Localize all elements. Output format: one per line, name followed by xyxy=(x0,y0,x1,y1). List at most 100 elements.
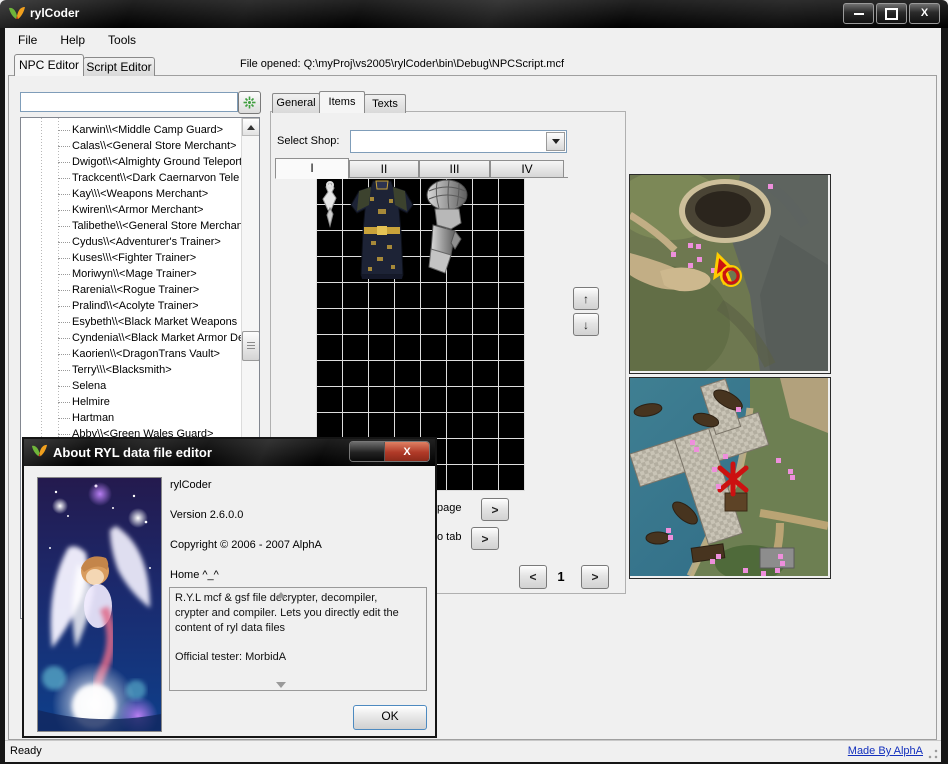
tree-item[interactable]: Trackcent\\<Dark Caernarvon Tele xyxy=(21,170,239,186)
tree-branch-line xyxy=(58,226,70,227)
tree-item-label: Cyndenia\\<Black Market Armor De xyxy=(72,332,244,344)
tree-branch-line xyxy=(58,418,70,419)
tree-item[interactable]: Kwiren\\<Armor Merchant> xyxy=(21,202,239,218)
tree-item[interactable]: Calas\\<General Store Merchant> xyxy=(21,138,239,154)
about-copyright: Copyright © 2006 - 2007 AlphA xyxy=(170,539,322,551)
close-icon: X xyxy=(403,446,410,458)
tree-item[interactable]: Cyndenia\\<Black Market Armor De xyxy=(21,330,239,346)
copy-page-label: page xyxy=(437,502,461,514)
maximize-button[interactable] xyxy=(876,3,907,24)
menu-item[interactable]: File xyxy=(5,28,47,51)
tree-branch-line xyxy=(58,386,70,387)
tree-item[interactable]: Pralind\\<Acolyte Trainer> xyxy=(21,298,239,314)
tab-general[interactable]: General xyxy=(272,93,320,113)
about-artwork xyxy=(37,477,162,732)
chevron-left-icon: < xyxy=(529,570,536,584)
arrow-up-icon: ↑ xyxy=(583,292,589,306)
tree-item[interactable]: Selena xyxy=(21,378,239,394)
tree-item[interactable]: Talibethe\\<General Store Merchan xyxy=(21,218,239,234)
tree-item-label: Kay\\\<Weapons Merchant> xyxy=(72,188,208,200)
close-button[interactable]: X xyxy=(909,3,940,24)
tab-items[interactable]: Items xyxy=(319,91,365,113)
maximize-icon xyxy=(885,8,898,20)
dialog-close-button[interactable]: X xyxy=(385,442,429,461)
map-overview-top[interactable] xyxy=(629,174,831,374)
chevron-right-icon: > xyxy=(491,503,498,517)
tree-item[interactable]: Kaorien\\<DragonTrans Vault> xyxy=(21,346,239,362)
tree-branch-line xyxy=(58,338,70,339)
dialog-inactive-button xyxy=(350,442,385,461)
tree-item-label: Trackcent\\<Dark Caernarvon Tele xyxy=(72,172,239,184)
tree-branch-line xyxy=(58,178,70,179)
credit-link[interactable]: Made By AlphA xyxy=(848,745,923,757)
menu-item[interactable]: Help xyxy=(47,28,95,51)
shop-subtab-4[interactable]: IV xyxy=(490,160,564,178)
shop-subtab-1[interactable]: I xyxy=(275,158,349,179)
minimize-icon xyxy=(854,13,864,15)
tree-item-label: Kwiren\\<Armor Merchant> xyxy=(72,204,203,216)
tree-item-label: Rarenia\\<Rogue Trainer> xyxy=(72,284,199,296)
item-pendant[interactable] xyxy=(318,180,342,230)
copy-tab-label: o tab xyxy=(437,531,461,543)
npc-search-input[interactable] xyxy=(20,92,238,112)
combobox-dropdown-button[interactable] xyxy=(546,132,565,151)
tree-branch-line xyxy=(58,274,70,275)
shop-subtab-2[interactable]: II xyxy=(349,160,419,178)
item-armor[interactable] xyxy=(343,179,421,282)
tree-item[interactable]: Cydus\\<Adventurer's Trainer> xyxy=(21,234,239,250)
tree-item-label: Hartman xyxy=(72,412,114,424)
menu-item[interactable]: Tools xyxy=(95,28,146,51)
tree-item[interactable]: Helmire xyxy=(21,394,239,410)
scroll-up-icon[interactable] xyxy=(276,592,286,598)
tree-item-label: Karwin\\<Middle Camp Guard> xyxy=(72,124,223,136)
tree-branch-line xyxy=(58,162,70,163)
tree-branch-line xyxy=(58,306,70,307)
copy-page-button[interactable]: > xyxy=(481,498,509,521)
tree-item-label: Moriwyn\\<Mage Trainer> xyxy=(72,268,197,280)
tab-npc-editor[interactable]: NPC Editor xyxy=(14,54,84,76)
close-icon: X xyxy=(921,8,928,19)
tree-item-label: Cydus\\<Adventurer's Trainer> xyxy=(72,236,221,248)
tree-branch-line xyxy=(58,434,70,435)
tree-branch-line xyxy=(58,322,70,323)
tab-texts[interactable]: Texts xyxy=(364,94,406,113)
scrollbar-thumb[interactable] xyxy=(242,331,260,361)
minimize-button[interactable] xyxy=(843,3,874,24)
about-home-link[interactable]: Home ^_^ xyxy=(170,569,219,581)
tree-item[interactable]: Terry\\\<Blacksmith> xyxy=(21,362,239,378)
prev-page-button[interactable]: < xyxy=(519,565,547,589)
tab-script-editor[interactable]: Script Editor xyxy=(83,57,155,76)
item-gauntlet[interactable] xyxy=(421,179,473,277)
tree-item[interactable]: Dwigot\\<Almighty Ground Teleport xyxy=(21,154,239,170)
shop-subtab-3[interactable]: III xyxy=(419,160,490,178)
shop-combobox[interactable] xyxy=(350,130,567,153)
map-overview-bottom[interactable] xyxy=(629,377,831,579)
scroll-up-button[interactable] xyxy=(242,118,260,136)
tree-item[interactable]: Kuses\\\<Fighter Trainer> xyxy=(21,250,239,266)
titlebar: rylCoder X xyxy=(0,0,948,28)
ok-button[interactable]: OK xyxy=(353,705,427,730)
next-page-button[interactable]: > xyxy=(581,565,609,589)
about-version: Version 2.6.0.0 xyxy=(170,509,243,521)
move-item-down-button[interactable]: ↓ xyxy=(573,313,599,336)
scroll-down-icon[interactable] xyxy=(276,682,286,688)
about-description[interactable]: R.Y.L mcf & gsf file decrypter, decompil… xyxy=(169,587,427,691)
window-title: rylCoder xyxy=(30,6,79,20)
tree-item-label: Esybeth\\<Black Market Weapons I xyxy=(72,316,243,328)
arrow-up-icon xyxy=(247,125,255,130)
app-window: rylCoder X FileHelpTools NPC Editor Scri… xyxy=(0,0,948,764)
resize-grip-icon[interactable] xyxy=(928,749,938,759)
move-item-up-button[interactable]: ↑ xyxy=(573,287,599,310)
tree-item[interactable]: Hartman xyxy=(21,410,239,426)
tree-item[interactable]: Kay\\\<Weapons Merchant> xyxy=(21,186,239,202)
status-text: Ready xyxy=(10,745,42,757)
tree-item[interactable]: Karwin\\<Middle Camp Guard> xyxy=(21,122,239,138)
search-button[interactable] xyxy=(238,91,261,114)
app-logo-icon xyxy=(31,443,48,460)
copy-tab-button[interactable]: > xyxy=(471,527,499,550)
tree-item[interactable]: Esybeth\\<Black Market Weapons I xyxy=(21,314,239,330)
tree-item[interactable]: Moriwyn\\<Mage Trainer> xyxy=(21,266,239,282)
tree-branch-line xyxy=(58,354,70,355)
about-dialog-title: About RYL data file editor xyxy=(53,445,212,460)
tree-item[interactable]: Rarenia\\<Rogue Trainer> xyxy=(21,282,239,298)
